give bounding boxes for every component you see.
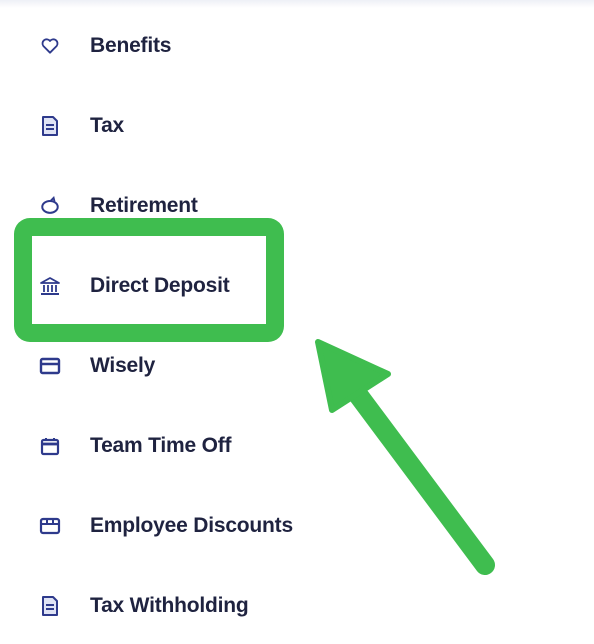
heart-icon: [36, 32, 64, 60]
menu-item-team-time-off[interactable]: Team Time Off: [36, 426, 356, 466]
menu-item-label: Wisely: [90, 354, 156, 377]
calendar-icon: [36, 432, 64, 460]
menu-item-label: Retirement: [90, 194, 198, 217]
menu-item-label: Direct Deposit: [90, 274, 230, 297]
menu-item-employee-discounts[interactable]: Employee Discounts: [36, 506, 356, 546]
menu-item-label: Tax: [90, 114, 125, 137]
document-icon: [36, 112, 64, 140]
menu-item-benefits[interactable]: Benefits: [36, 26, 356, 66]
menu-item-retirement[interactable]: Retirement: [36, 186, 356, 226]
bank-icon: [36, 272, 64, 300]
document-icon: [36, 592, 64, 620]
account-menu: Benefits Tax Retirement Direct Deposit W…: [0, 0, 594, 644]
menu-item-wisely[interactable]: Wisely: [36, 346, 356, 386]
menu-item-direct-deposit[interactable]: Direct Deposit: [36, 266, 356, 306]
menu-item-tax-withholding[interactable]: Tax Withholding: [36, 586, 356, 626]
menu-item-label: Employee Discounts: [90, 514, 293, 537]
menu-item-label: Tax Withholding: [90, 594, 249, 617]
card-icon: [36, 352, 64, 380]
menu-item-label: Benefits: [90, 34, 172, 57]
menu-item-tax[interactable]: Tax: [36, 106, 356, 146]
ticket-icon: [36, 512, 64, 540]
piggy-bank-icon: [36, 192, 64, 220]
menu-item-label: Team Time Off: [90, 434, 232, 457]
